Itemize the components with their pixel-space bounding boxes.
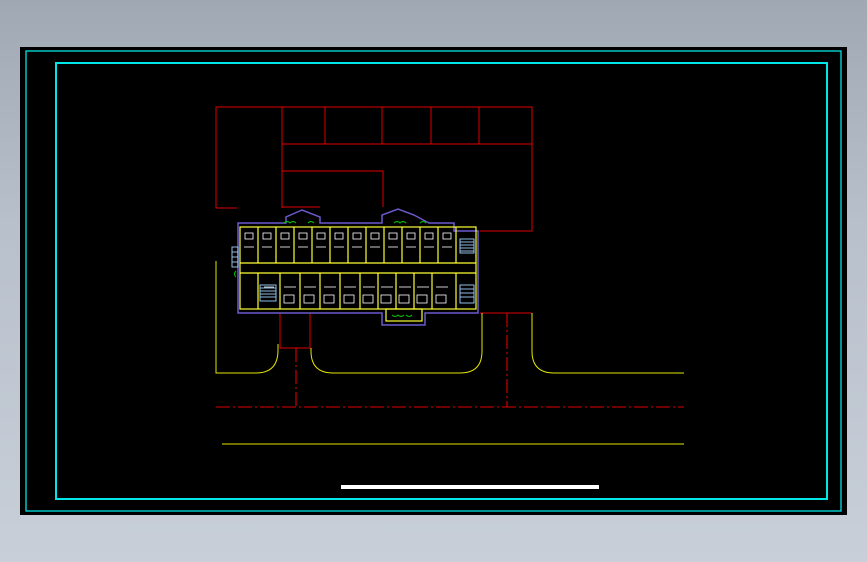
inner-frame — [55, 62, 828, 500]
building-floor-plan — [231, 208, 479, 326]
title-bar — [341, 485, 599, 489]
outer-frame — [25, 50, 842, 512]
road-centerline — [216, 313, 684, 408]
cad-viewport[interactable] — [20, 47, 847, 515]
road-edges — [215, 261, 684, 445]
building-outline — [237, 208, 479, 326]
cad-drawing-canvas[interactable] — [20, 47, 847, 515]
building-walls — [239, 226, 477, 322]
drawing-frame — [25, 50, 842, 512]
